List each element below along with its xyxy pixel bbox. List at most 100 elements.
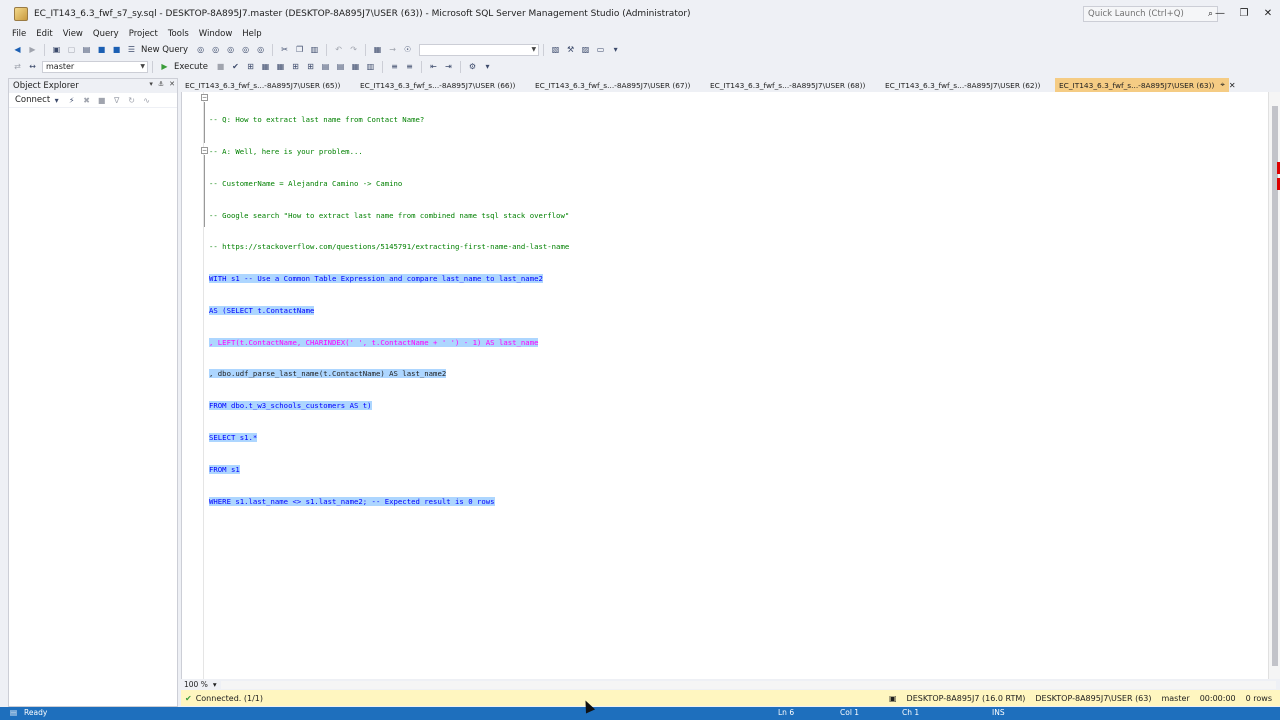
back-icon[interactable]: ◀: [12, 44, 23, 55]
solution-explorer-icon[interactable]: ▧: [550, 44, 561, 55]
client-stats-icon[interactable]: ▤: [320, 61, 331, 72]
refresh-icon[interactable]: ↻: [126, 95, 137, 106]
live-stats-icon[interactable]: ⊞: [305, 61, 316, 72]
new-project-icon[interactable]: ▣: [51, 44, 62, 55]
dax-query-icon[interactable]: ◎: [255, 44, 266, 55]
close-window-button[interactable]: ✕: [1256, 0, 1280, 27]
menu-query[interactable]: Query: [90, 29, 126, 39]
new-query-icon[interactable]: ☰: [126, 44, 137, 55]
dmx-query-icon[interactable]: ◎: [225, 44, 236, 55]
results-grid-icon[interactable]: ▦: [275, 61, 286, 72]
tab-label: EC_IT143_6.3_fwf_s...-8A895J7\USER (63)): [1059, 80, 1215, 90]
toolbox-icon[interactable]: ▨: [580, 44, 591, 55]
editor-vertical-scrollbar[interactable]: [1268, 92, 1280, 679]
menu-help[interactable]: Help: [239, 29, 268, 39]
tab-query-62[interactable]: EC_IT143_6.3_fwf_s...-8A895J7\USER (62)): [881, 78, 1055, 92]
paste-icon[interactable]: ▥: [309, 44, 320, 55]
menu-window[interactable]: Window: [196, 29, 240, 39]
row-count: 0 rows: [1245, 693, 1272, 703]
results-to-grid-icon[interactable]: ▦: [350, 61, 361, 72]
save-icon[interactable]: ■: [96, 44, 107, 55]
fold-toggle[interactable]: −: [201, 94, 208, 101]
tab-query-66[interactable]: EC_IT143_6.3_fwf_s...-8A895J7\USER (66)): [356, 78, 531, 92]
properties-icon[interactable]: ⚒: [565, 44, 576, 55]
editor-horizontal-scrollbar[interactable]: [220, 680, 1276, 689]
insert-mode: INS: [992, 708, 1005, 717]
undo-icon[interactable]: ↶: [333, 44, 344, 55]
zoom-dropdown[interactable]: 100 % ▾: [184, 680, 217, 689]
stop-icon[interactable]: ■: [96, 95, 107, 106]
filter-icon[interactable]: ∇: [111, 95, 122, 106]
comment-icon[interactable]: ≡: [389, 61, 400, 72]
toolbar-options-icon[interactable]: ▾: [482, 61, 493, 72]
specify-values-icon[interactable]: ⚙: [467, 61, 478, 72]
chevron-down-icon[interactable]: ▾: [51, 95, 62, 106]
fold-toggle[interactable]: −: [201, 147, 208, 154]
connect-dropdown[interactable]: Connect: [15, 95, 50, 105]
decrease-indent-icon[interactable]: ⇤: [428, 61, 439, 72]
toolbar-options-icon[interactable]: ▾: [610, 44, 621, 55]
code-line-selected: SELECT s1.*: [209, 433, 258, 442]
code-line: -- CustomerName = Alejandra Camino -> Ca…: [209, 178, 403, 188]
connect-plug-icon[interactable]: ⚡: [66, 95, 77, 106]
scrollbar-thumb[interactable]: [1272, 106, 1278, 666]
disconnect-icon[interactable]: ✖: [81, 95, 92, 106]
menu-project[interactable]: Project: [126, 29, 165, 39]
close-tab-icon[interactable]: ✕: [1229, 81, 1236, 90]
xmla-query-icon[interactable]: ◎: [240, 44, 251, 55]
code-line-selected: , dbo.udf_parse_last_name(t.ContactName)…: [209, 369, 447, 379]
connect-icon[interactable]: ⇄: [12, 61, 23, 72]
pin-tab-icon[interactable]: ⌖: [1220, 80, 1225, 90]
add-item-icon[interactable]: ▢: [66, 44, 77, 55]
quick-launch-input[interactable]: Quick Launch (Ctrl+Q) ⌕: [1083, 6, 1218, 22]
increase-indent-icon[interactable]: ⇥: [443, 61, 454, 72]
execute-button[interactable]: Execute: [174, 62, 208, 72]
copy-icon[interactable]: ❐: [294, 44, 305, 55]
tab-query-68[interactable]: EC_IT143_6.3_fwf_s...-8A895J7\USER (68)): [706, 78, 881, 92]
menu-edit[interactable]: Edit: [33, 29, 59, 39]
uncomment-icon[interactable]: ≡: [404, 61, 415, 72]
forward-icon[interactable]: ▶: [27, 44, 38, 55]
results-to-file-icon[interactable]: ▥: [365, 61, 376, 72]
save-all-icon[interactable]: ■: [111, 44, 122, 55]
solution-configuration-dropdown[interactable]: ▼: [419, 43, 540, 56]
menu-view[interactable]: View: [60, 29, 90, 39]
tab-query-63-active[interactable]: EC_IT143_6.3_fwf_s...-8A895J7\USER (63))…: [1055, 78, 1236, 92]
minimize-button[interactable]: —: [1208, 0, 1232, 27]
menu-file[interactable]: File: [9, 29, 33, 39]
code-line-selected: WHERE s1.last_name <> s1.last_name2; -- …: [209, 496, 495, 506]
results-to-text-icon[interactable]: ▤: [335, 61, 346, 72]
change-connection-icon[interactable]: ↔: [27, 61, 38, 72]
database-dropdown[interactable]: master ▼: [42, 60, 148, 73]
pin-icon[interactable]: ⚓: [158, 80, 164, 88]
redo-icon[interactable]: ↷: [348, 44, 359, 55]
query-editor[interactable]: − − -- Q: How to extract last name from …: [181, 92, 1268, 679]
navigate-icon[interactable]: →: [387, 44, 398, 55]
activity-icon[interactable]: ∿: [141, 95, 152, 106]
query-designer-icon[interactable]: ▦: [260, 61, 271, 72]
execute-icon[interactable]: ▶: [159, 61, 170, 72]
new-query-button[interactable]: New Query: [141, 45, 188, 55]
tab-query-67[interactable]: EC_IT143_6.3_fwf_s...-8A895J7\USER (67)): [531, 78, 706, 92]
sql-code[interactable]: -- Q: How to extract last name from Cont…: [209, 94, 569, 528]
restore-button[interactable]: ❐: [1232, 0, 1256, 27]
include-plan-icon[interactable]: ⊞: [290, 61, 301, 72]
display-plan-icon[interactable]: ⊞: [245, 61, 256, 72]
close-panel-icon[interactable]: ✕: [169, 80, 175, 88]
open-file-icon[interactable]: ▤: [81, 44, 92, 55]
menu-tools[interactable]: Tools: [165, 29, 196, 39]
window-position-icon[interactable]: ▾: [149, 80, 153, 88]
find-icon[interactable]: ☉: [402, 44, 413, 55]
parse-icon[interactable]: ✔: [230, 61, 241, 72]
cut-icon[interactable]: ✂: [279, 44, 290, 55]
db-engine-query-icon[interactable]: ◎: [195, 44, 206, 55]
code-line-selected: WITH s1 -- Use a Common Table Expression…: [209, 274, 543, 284]
mdx-query-icon[interactable]: ◎: [210, 44, 221, 55]
code-line-selected: FROM dbo.t_w3_schools_customers AS t): [209, 401, 372, 411]
stop-icon[interactable]: ■: [215, 61, 226, 72]
activity-monitor-icon[interactable]: ▦: [372, 44, 383, 55]
tab-query-65[interactable]: EC_IT143_6.3_fwf_s...-8A895J7\USER (65)): [181, 78, 356, 92]
code-line-link[interactable]: -- https://stackoverflow.com/questions/5…: [209, 242, 569, 253]
output-icon[interactable]: ▭: [595, 44, 606, 55]
zoom-level: 100 %: [184, 680, 208, 689]
